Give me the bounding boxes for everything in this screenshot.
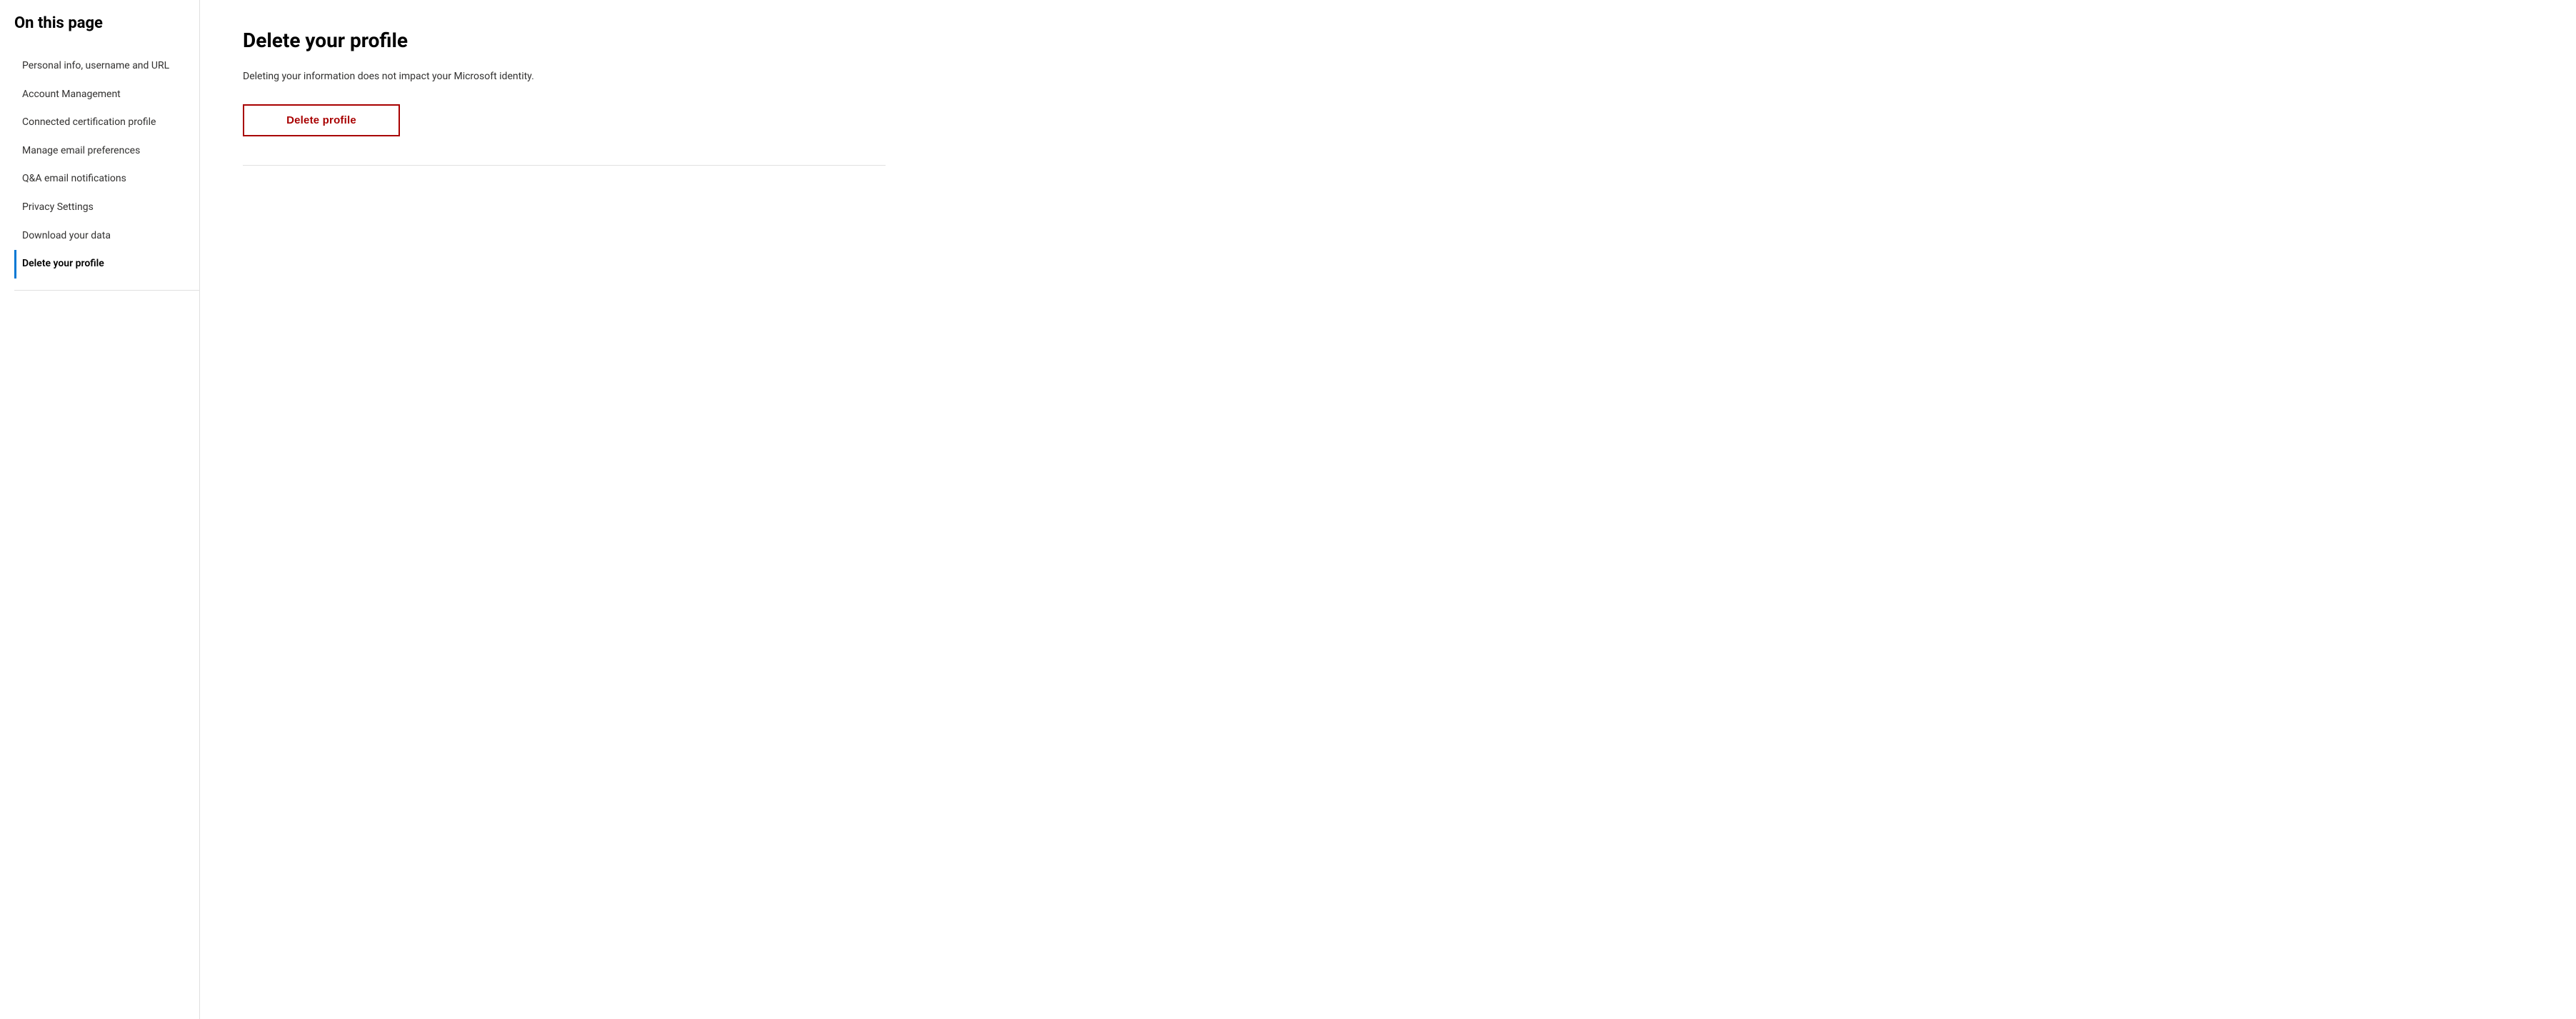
sidebar-item-privacy-settings[interactable]: Privacy Settings xyxy=(14,194,199,222)
sidebar-divider xyxy=(14,290,199,291)
main-content: Delete your profile Deleting your inform… xyxy=(200,0,2576,1019)
sidebar: On this page Personal info, username and… xyxy=(0,0,200,1019)
delete-profile-button[interactable]: Delete profile xyxy=(243,104,400,136)
sidebar-title: On this page xyxy=(14,14,199,35)
sidebar-item-personal-info[interactable]: Personal info, username and URL xyxy=(14,52,199,81)
content-section: Delete your profile Deleting your inform… xyxy=(243,29,886,166)
sidebar-item-qa-email[interactable]: Q&A email notifications xyxy=(14,165,199,194)
page-title: Delete your profile xyxy=(243,29,886,52)
sidebar-item-connected-certification[interactable]: Connected certification profile xyxy=(14,109,199,137)
sidebar-item-download-data[interactable]: Download your data xyxy=(14,222,199,251)
sidebar-item-manage-email[interactable]: Manage email preferences xyxy=(14,137,199,166)
sidebar-item-delete-profile[interactable]: Delete your profile xyxy=(14,250,199,278)
description-text: Deleting your information does not impac… xyxy=(243,69,886,84)
sidebar-item-account-management[interactable]: Account Management xyxy=(14,81,199,109)
sidebar-nav: Personal info, username and URL Account … xyxy=(14,52,199,278)
